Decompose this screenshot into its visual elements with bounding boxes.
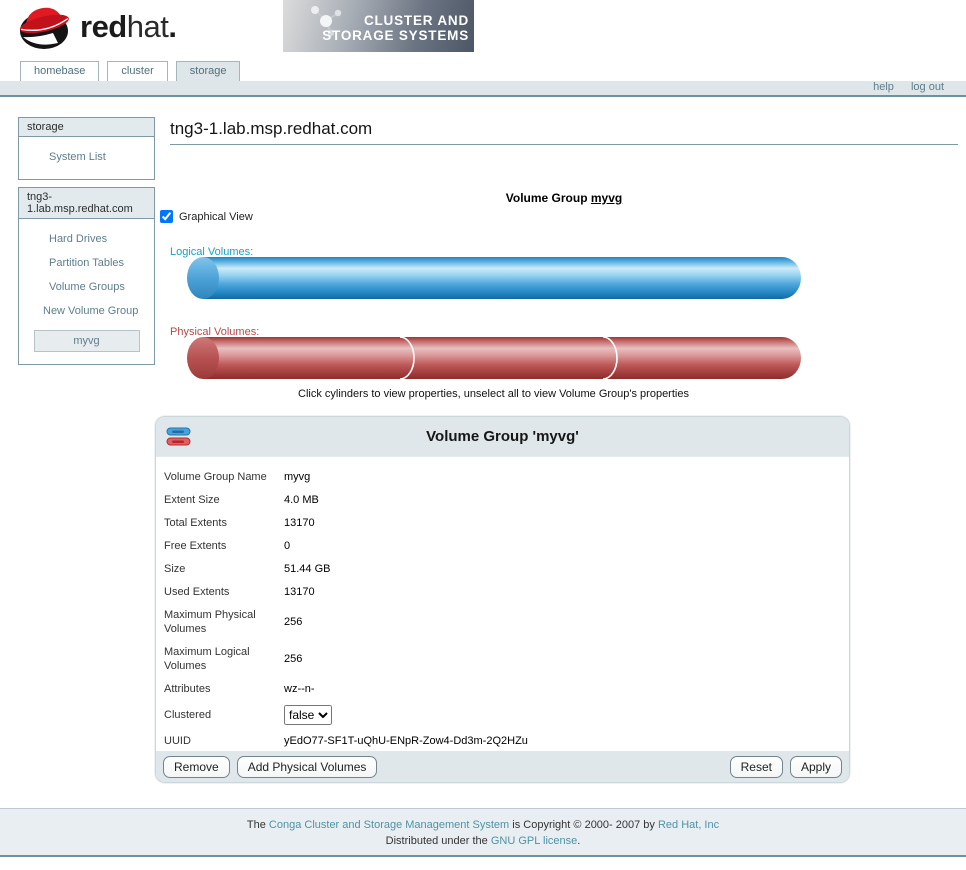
footer-text: Distributed under the [386, 835, 491, 847]
property-label: Extent Size [164, 493, 284, 507]
physical-volume-cylinder[interactable] [185, 336, 802, 380]
banner-title: CLUSTER AND STORAGE SYSTEMS [322, 13, 469, 43]
property-label: UUID [164, 734, 284, 748]
logo-red: red [80, 9, 127, 44]
property-row-free-extents: Free Extents 0 [164, 534, 839, 557]
property-value: 256 [284, 616, 302, 628]
property-label: Maximum Logical Volumes [164, 645, 284, 673]
footer-text: is Copyright © 2000- 2007 by [509, 819, 658, 831]
section-heading: Volume Group myvg [170, 191, 958, 205]
property-label: Free Extents [164, 539, 284, 553]
property-value: 13170 [284, 586, 315, 598]
footer-text: . [577, 835, 580, 847]
sidebar-item-partition-tables[interactable]: Partition Tables [19, 251, 154, 275]
main-tabs: homebase cluster storage [20, 61, 240, 81]
property-value: 0 [284, 540, 290, 552]
property-value: 4.0 MB [284, 494, 319, 506]
logo-wordmark: redhat. [80, 9, 176, 45]
property-row-extent-size: Extent Size 4.0 MB [164, 488, 839, 511]
banner-line-1: CLUSTER AND [322, 13, 469, 28]
volume-group-link[interactable]: myvg [591, 191, 622, 205]
volume-group-panel: Volume Group 'myvg' Volume Group Name my… [155, 416, 850, 783]
sidebar-storage-box: storage System List [18, 117, 155, 180]
logical-volume-cylinder[interactable] [185, 256, 802, 300]
clustered-select[interactable]: false [284, 705, 332, 725]
cylinder-hint: Click cylinders to view properties, unse… [185, 388, 802, 400]
property-value: yEdO77-SF1T-uQhU-ENpR-Zow4-Dd3m-2Q2HZu [284, 735, 528, 747]
remove-button[interactable]: Remove [163, 756, 230, 778]
property-label: Attributes [164, 682, 284, 696]
redhat-link[interactable]: Red Hat, Inc [658, 819, 719, 831]
property-label: Size [164, 562, 284, 576]
property-label: Volume Group Name [164, 470, 284, 484]
page-footer: The Conga Cluster and Storage Management… [0, 808, 966, 857]
graphical-view-control: Graphical View [160, 210, 253, 223]
logout-link[interactable]: log out [911, 81, 944, 93]
redhat-fedora-icon [16, 2, 72, 52]
panel-footer: Remove Add Physical Volumes Reset Apply [156, 751, 849, 782]
property-value: myvg [284, 471, 310, 483]
logo-hat: hat [127, 9, 169, 44]
property-row-used-extents: Used Extents 13170 [164, 580, 839, 603]
property-value: 51.44 GB [284, 563, 330, 575]
property-value: 256 [284, 653, 302, 665]
add-physical-volumes-button[interactable]: Add Physical Volumes [237, 756, 378, 778]
red-cylinder-graphic [185, 336, 802, 380]
tab-cluster[interactable]: cluster [107, 61, 167, 81]
sidebar-storage-title: storage [19, 118, 154, 137]
logo-dot: . [168, 9, 176, 44]
property-row-clustered: Clustered false [164, 700, 839, 729]
sidebar-item-hard-drives[interactable]: Hard Drives [19, 227, 154, 251]
product-banner: CLUSTER AND STORAGE SYSTEMS [283, 0, 474, 52]
disks-icon [166, 426, 192, 448]
conga-link[interactable]: Conga Cluster and Storage Management Sys… [269, 819, 509, 831]
session-bar: help log out [0, 81, 966, 97]
gpl-license-link[interactable]: GNU GPL license [491, 835, 577, 847]
reset-button[interactable]: Reset [730, 756, 783, 778]
panel-header: Volume Group 'myvg' [156, 417, 849, 457]
property-label: Maximum Physical Volumes [164, 608, 284, 636]
panel-title: Volume Group 'myvg' [156, 417, 849, 457]
sidebar-item-system-list[interactable]: System List [19, 145, 154, 169]
property-value: wz--n- [284, 683, 315, 695]
help-link[interactable]: help [873, 81, 894, 93]
property-row-total-extents: Total Extents 13170 [164, 511, 839, 534]
footer-text: The [247, 819, 269, 831]
property-row-volume-group-name: Volume Group Name myvg [164, 465, 839, 488]
graphical-view-checkbox[interactable] [160, 210, 173, 223]
property-label: Clustered [164, 708, 284, 722]
property-value: 13170 [284, 517, 315, 529]
apply-button[interactable]: Apply [790, 756, 842, 778]
sidebar-host-box: tng3-1.lab.msp.redhat.com Hard Drives Pa… [18, 187, 155, 365]
property-row-attributes: Attributes wz--n- [164, 677, 839, 700]
tab-homebase[interactable]: homebase [20, 61, 99, 81]
panel-body: Volume Group Name myvg Extent Size 4.0 M… [156, 457, 849, 752]
sidebar-host-title: tng3-1.lab.msp.redhat.com [19, 188, 154, 219]
page: redhat. CLUSTER AND STORAGE SYSTEMS home… [0, 0, 966, 870]
property-row-max-physical-volumes: Maximum Physical Volumes 256 [164, 603, 839, 640]
section-heading-prefix: Volume Group [506, 191, 591, 205]
property-row-size: Size 51.44 GB [164, 557, 839, 580]
property-row-uuid: UUID yEdO77-SF1T-uQhU-ENpR-Zow4-Dd3m-2Q2… [164, 729, 839, 752]
redhat-logo: redhat. [16, 2, 176, 52]
sidebar-item-new-volume-group[interactable]: New Volume Group [19, 299, 154, 323]
footer-line-1: The Conga Cluster and Storage Management… [0, 817, 966, 833]
footer-line-2: Distributed under the GNU GPL license. [0, 833, 966, 849]
tab-storage[interactable]: storage [176, 61, 241, 81]
page-title: tng3-1.lab.msp.redhat.com [170, 119, 958, 145]
sidebar-item-myvg-selected[interactable]: myvg [34, 330, 140, 352]
property-label: Used Extents [164, 585, 284, 599]
banner-line-2: STORAGE SYSTEMS [322, 28, 469, 43]
graphical-view-label: Graphical View [179, 211, 253, 223]
sidebar-item-volume-groups[interactable]: Volume Groups [19, 275, 154, 299]
property-row-max-logical-volumes: Maximum Logical Volumes 256 [164, 640, 839, 677]
blue-cylinder-graphic [185, 256, 802, 300]
property-label: Total Extents [164, 516, 284, 530]
